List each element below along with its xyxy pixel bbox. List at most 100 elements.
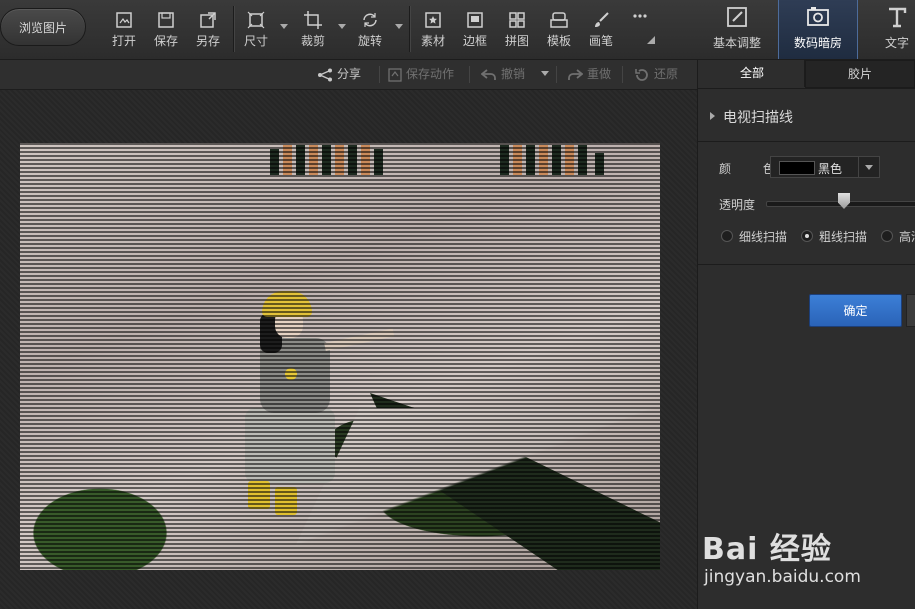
crop-label: 裁剪 [300, 34, 325, 48]
watermark-logo-text: Bai 经验 [702, 532, 832, 567]
photo-preview[interactable] [20, 143, 660, 570]
radio-fine-scan-label: 细线扫描 [739, 230, 788, 244]
toolbar-divider [233, 6, 235, 52]
undo-button[interactable]: 撤销 [480, 60, 526, 89]
radio-dot-icon [721, 230, 733, 242]
share-button[interactable]: 分享 [317, 60, 361, 89]
radio-coarse-scan-label: 粗线扫描 [819, 230, 868, 244]
resize-icon [247, 11, 265, 29]
save-icon [158, 12, 174, 28]
crop-icon [304, 11, 322, 29]
more-icon [633, 14, 647, 18]
save-action-label: 保存动作 [406, 67, 455, 81]
mode-digital-darkroom-label: 数码暗房 [793, 36, 842, 50]
rotate-dropdown-arrow[interactable] [395, 24, 403, 29]
save-action-icon [388, 67, 402, 82]
effect-section-header[interactable]: 电视扫描线 [698, 88, 915, 142]
resize-dropdown-arrow[interactable] [280, 24, 288, 29]
brush-button[interactable]: 画笔 [581, 8, 621, 54]
brush-label: 画笔 [588, 34, 613, 48]
collage-icon [509, 12, 525, 28]
share-icon [318, 68, 332, 81]
restore-icon [635, 68, 648, 81]
color-value: 黑色 [818, 162, 843, 176]
rotate-button[interactable]: 旋转 [350, 8, 390, 54]
resize-label: 尺寸 [243, 34, 268, 48]
browse-images-button[interactable]: 浏览图片 [0, 8, 86, 46]
basic-adjust-icon [727, 7, 747, 27]
border-icon [467, 12, 483, 28]
open-icon [116, 12, 132, 28]
material-label: 素材 [420, 34, 445, 48]
baidu-jingyan-watermark: Bai 经验 jingyan.baidu.com [700, 510, 915, 605]
radio-hd-scan-label: 高清 [899, 230, 915, 244]
crop-button[interactable]: 裁剪 [293, 8, 333, 54]
save-as-button[interactable]: 另存 [188, 8, 228, 54]
open-label: 打开 [111, 34, 136, 48]
radio-fine-scan[interactable]: 细线扫描 [721, 228, 787, 245]
mode-basic-adjust[interactable]: 基本调整 [698, 0, 776, 59]
action-divider [556, 66, 557, 83]
restore-button[interactable]: 还原 [634, 60, 678, 89]
expand-corner-icon[interactable] [647, 36, 655, 44]
material-button[interactable]: 素材 [413, 8, 453, 54]
tab-film[interactable]: 胶片 [805, 60, 915, 88]
undo-icon [480, 68, 496, 80]
cancel-button[interactable] [906, 294, 915, 327]
mode-digital-darkroom[interactable]: 数码暗房 [778, 0, 858, 59]
options-divider [698, 264, 915, 265]
darkroom-icon [807, 7, 829, 26]
template-label: 模板 [546, 34, 571, 48]
caret-right-icon [710, 112, 715, 120]
redo-button[interactable]: 重做 [567, 60, 611, 89]
open-button[interactable]: 打开 [104, 8, 144, 54]
watermark-url: jingyan.baidu.com [704, 567, 861, 587]
radio-coarse-scan[interactable]: 粗线扫描 [801, 228, 867, 245]
color-swatch [779, 161, 815, 175]
rotate-label: 旋转 [357, 34, 382, 48]
template-icon [550, 12, 568, 28]
save-as-icon [200, 12, 216, 28]
radio-dot-icon [801, 230, 813, 242]
border-button[interactable]: 边框 [455, 8, 495, 54]
save-action-button[interactable]: 保存动作 [388, 60, 454, 89]
scanline-overlay [20, 143, 660, 570]
confirm-button[interactable]: 确定 [809, 294, 902, 327]
action-divider [622, 66, 623, 83]
resize-button[interactable]: 尺寸 [236, 8, 276, 54]
toolbar-divider [409, 6, 411, 52]
crop-dropdown-arrow[interactable] [338, 24, 346, 29]
image-canvas[interactable] [0, 90, 697, 609]
redo-icon [568, 68, 584, 80]
rotate-icon [363, 13, 377, 27]
share-label: 分享 [337, 67, 362, 81]
color-select[interactable]: 黑色 [770, 156, 880, 178]
save-label: 保存 [153, 34, 178, 48]
brush-icon [595, 12, 609, 27]
mode-text-label: 文字 [884, 36, 909, 50]
border-label: 边框 [462, 34, 487, 48]
action-divider [379, 66, 380, 83]
redo-label: 重做 [587, 67, 612, 81]
mode-basic-adjust-label: 基本调整 [712, 36, 761, 50]
save-as-label: 另存 [195, 34, 220, 48]
opacity-label: 透明度 [719, 198, 756, 212]
tab-all[interactable]: 全部 [700, 60, 805, 87]
text-icon [889, 7, 907, 28]
effect-title: 电视扫描线 [723, 110, 793, 126]
restore-label: 还原 [654, 67, 679, 81]
mode-text[interactable]: 文字 [858, 0, 915, 59]
collage-label: 拼图 [504, 34, 529, 48]
undo-dropdown-arrow[interactable] [541, 71, 549, 76]
collage-button[interactable]: 拼图 [497, 8, 537, 54]
template-button[interactable]: 模板 [539, 8, 579, 54]
radio-dot-icon [881, 230, 893, 242]
main-toolbar: 浏览图片 打开 保存 另存 尺寸 裁剪 旋转 素材 边框 拼图 模板 画笔 基本… [0, 0, 915, 60]
save-button[interactable]: 保存 [146, 8, 186, 54]
action-divider [469, 66, 470, 83]
undo-label: 撤销 [501, 67, 526, 81]
material-icon [425, 12, 441, 28]
radio-hd-scan[interactable]: 高清 [881, 228, 915, 245]
action-bar: 分享 保存动作 撤销 重做 还原 [0, 60, 697, 90]
chevron-down-icon[interactable] [858, 157, 879, 177]
